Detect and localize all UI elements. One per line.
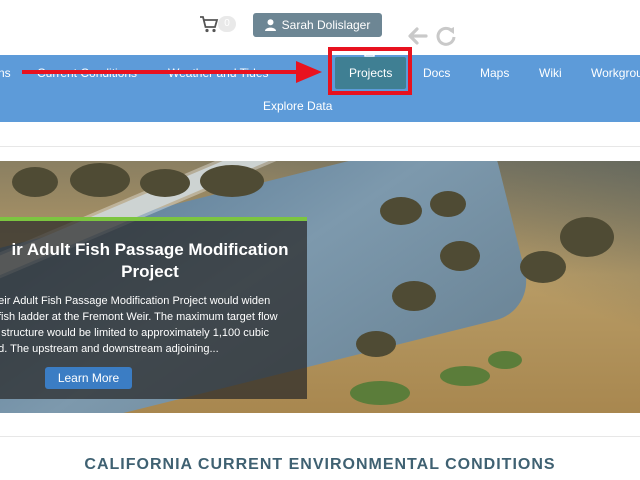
hero-summary-line-1: Weir Adult Fish Passage Modification Pro…: [0, 295, 271, 307]
divider: [0, 436, 640, 437]
annotation-arrow: [22, 61, 322, 83]
tree: [200, 165, 264, 197]
divider: [0, 146, 640, 147]
back-arrow-icon[interactable]: [406, 26, 428, 46]
nav-item-workgroups[interactable]: Workgrou: [591, 65, 640, 82]
hero-title-line-1: ir Adult Fish Passage Modification: [11, 240, 289, 259]
hero-summary-line-3: e structure would be limited to approxim…: [0, 327, 269, 339]
hero-title-line-2: Project: [121, 262, 179, 281]
nav-item-docs[interactable]: Docs: [423, 65, 450, 82]
nav-item-wiki[interactable]: Wiki: [539, 65, 562, 82]
nav-item-explore-data[interactable]: Explore Data: [263, 99, 332, 113]
shrub: [488, 351, 522, 369]
cart-count-badge: 0: [218, 16, 236, 32]
refresh-icon[interactable]: [435, 25, 457, 47]
tree: [520, 251, 566, 283]
tree: [70, 163, 130, 197]
tree: [440, 241, 480, 271]
user-icon: [264, 19, 276, 31]
hero-summary: Weir Adult Fish Passage Modification Pro…: [0, 293, 307, 357]
nav-item-maps[interactable]: Maps: [480, 65, 509, 82]
hero-summary-line-4: nd. The upstream and downstream adjoinin…: [0, 343, 219, 355]
hero-caption-card: ir Adult Fish Passage Modification Proje…: [0, 217, 307, 399]
hero-summary-line-2: fish ladder at the Fremont Weir. The max…: [0, 311, 278, 323]
tree: [356, 331, 396, 357]
shopping-cart-icon[interactable]: [199, 14, 219, 34]
shrub: [350, 381, 410, 405]
user-name: Sarah Dolislager: [281, 18, 371, 32]
tree: [140, 169, 190, 197]
learn-more-button[interactable]: Learn More: [45, 367, 132, 389]
annotation-highlight-box: [328, 47, 412, 95]
tree: [430, 191, 466, 217]
hero-title: ir Adult Fish Passage Modification Proje…: [0, 239, 307, 283]
user-menu-button[interactable]: Sarah Dolislager: [253, 13, 382, 37]
tree: [560, 217, 614, 257]
tree: [380, 197, 422, 225]
tree: [392, 281, 436, 311]
section-heading: CALIFORNIA CURRENT ENVIRONMENTAL CONDITI…: [84, 456, 556, 473]
shrub: [440, 366, 490, 386]
tree: [12, 167, 58, 197]
